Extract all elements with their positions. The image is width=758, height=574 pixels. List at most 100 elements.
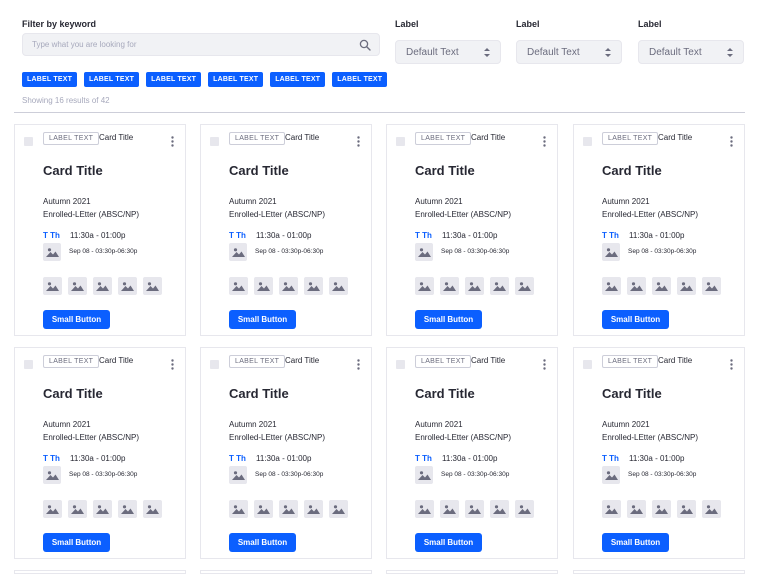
date-thumbnail	[229, 243, 247, 261]
card-enrollment: Enrolled-LEtter (ABSC/NP)	[602, 433, 699, 442]
card-checkbox[interactable]	[396, 137, 405, 146]
image-icon	[307, 282, 320, 291]
card-time: 11:30a - 01:00p	[70, 454, 126, 463]
ellipsis-v-icon[interactable]	[730, 136, 733, 147]
card-term: Autumn 2021	[415, 420, 463, 429]
card-title[interactable]: Card Title	[43, 386, 103, 401]
card-checkbox[interactable]	[583, 360, 592, 369]
thumbnail-row	[602, 277, 721, 295]
card-checkbox[interactable]	[396, 360, 405, 369]
card-title[interactable]: Card Title	[602, 163, 662, 178]
small-button[interactable]: Small Button	[415, 310, 482, 329]
card-checkbox[interactable]	[24, 137, 33, 146]
select-1[interactable]: Default Text	[395, 40, 501, 64]
course-card[interactable]: LABEL TEXT Card Title Card Title Autumn 202…	[386, 124, 558, 336]
course-card[interactable]: LABEL TEXT Card Title Card Title Autumn 202…	[573, 347, 745, 559]
small-button[interactable]: Small Button	[43, 533, 110, 552]
filter-chip[interactable]: LABEL TEXT	[146, 72, 202, 87]
small-button[interactable]: Small Button	[602, 310, 669, 329]
card-days: T Th	[415, 454, 432, 463]
thumbnail	[229, 500, 248, 518]
image-icon	[307, 505, 320, 514]
small-button[interactable]: Small Button	[229, 310, 296, 329]
card-days: T Th	[602, 231, 619, 240]
search-input[interactable]: Type what you are looking for	[22, 33, 380, 56]
card-enrollment: Enrolled-LEtter (ABSC/NP)	[415, 210, 512, 219]
thumbnail	[143, 277, 162, 295]
course-card-partial	[386, 570, 558, 574]
ellipsis-v-icon[interactable]	[543, 359, 546, 370]
course-card-partial	[573, 570, 745, 574]
select-2[interactable]: Default Text	[516, 40, 622, 64]
card-title[interactable]: Card Title	[229, 386, 289, 401]
thumbnail	[304, 277, 323, 295]
card-checkbox[interactable]	[583, 137, 592, 146]
small-button[interactable]: Small Button	[602, 533, 669, 552]
image-icon	[655, 505, 668, 514]
ellipsis-v-icon[interactable]	[357, 136, 360, 147]
select-3[interactable]: Default Text	[638, 40, 744, 64]
card-checkbox[interactable]	[24, 360, 33, 369]
thumbnail	[515, 500, 534, 518]
filter-chip[interactable]: LABEL TEXT	[332, 72, 388, 87]
image-icon	[493, 505, 506, 514]
course-card[interactable]: LABEL TEXT Card Title Card Title Autumn 202…	[14, 124, 186, 336]
card-date: Sep 08 - 03:30p-06:30p	[255, 248, 324, 255]
filter-chip[interactable]: LABEL TEXT	[22, 72, 78, 87]
small-button[interactable]: Small Button	[415, 533, 482, 552]
thumbnail	[490, 500, 509, 518]
card-date: Sep 08 - 03:30p-06:30p	[255, 471, 324, 478]
search-icon[interactable]	[359, 39, 371, 51]
image-icon	[332, 505, 345, 514]
select-label-3: Label	[638, 19, 662, 29]
thumbnail-row	[43, 500, 162, 518]
thumbnail	[279, 277, 298, 295]
image-icon	[71, 505, 84, 514]
card-time: 11:30a - 01:00p	[442, 454, 498, 463]
thumbnail	[93, 500, 112, 518]
card-checkbox[interactable]	[210, 137, 219, 146]
card-enrollment: Enrolled-LEtter (ABSC/NP)	[43, 210, 140, 219]
course-card[interactable]: LABEL TEXT Card Title Card Title Autumn 202…	[14, 347, 186, 559]
thumbnail-row	[602, 500, 721, 518]
small-button[interactable]: Small Button	[229, 533, 296, 552]
card-title[interactable]: Card Title	[415, 386, 475, 401]
course-card[interactable]: LABEL TEXT Card Title Card Title Autumn 202…	[573, 124, 745, 336]
filter-chip[interactable]: LABEL TEXT	[84, 72, 140, 87]
thumbnail	[602, 277, 621, 295]
image-icon	[257, 505, 270, 514]
card-enrollment: Enrolled-LEtter (ABSC/NP)	[43, 433, 140, 442]
image-icon	[418, 282, 431, 291]
image-icon	[146, 282, 159, 291]
thumbnail	[279, 500, 298, 518]
thumbnail	[229, 277, 248, 295]
image-icon	[232, 505, 245, 514]
ellipsis-v-icon[interactable]	[357, 359, 360, 370]
ellipsis-v-icon[interactable]	[171, 359, 174, 370]
card-subtitle: Card Title	[99, 133, 134, 142]
card-title[interactable]: Card Title	[602, 386, 662, 401]
ellipsis-v-icon[interactable]	[543, 136, 546, 147]
thumbnail-row	[415, 500, 534, 518]
image-icon	[493, 282, 506, 291]
card-enrollment: Enrolled-LEtter (ABSC/NP)	[602, 210, 699, 219]
image-icon	[96, 282, 109, 291]
thumbnail	[43, 500, 62, 518]
filter-chip[interactable]: LABEL TEXT	[208, 72, 264, 87]
card-title[interactable]: Card Title	[415, 163, 475, 178]
ellipsis-v-icon[interactable]	[171, 136, 174, 147]
card-checkbox[interactable]	[210, 360, 219, 369]
course-card[interactable]: LABEL TEXT Card Title Card Title Autumn 202…	[200, 124, 372, 336]
ellipsis-v-icon[interactable]	[730, 359, 733, 370]
course-card[interactable]: LABEL TEXT Card Title Card Title Autumn 202…	[200, 347, 372, 559]
card-term: Autumn 2021	[602, 420, 650, 429]
filter-chip[interactable]: LABEL TEXT	[270, 72, 326, 87]
card-title[interactable]: Card Title	[229, 163, 289, 178]
thumbnail-row	[229, 500, 348, 518]
card-title[interactable]: Card Title	[43, 163, 103, 178]
date-thumbnail	[229, 466, 247, 484]
small-button[interactable]: Small Button	[43, 310, 110, 329]
thumbnail	[304, 500, 323, 518]
course-card[interactable]: LABEL TEXT Card Title Card Title Autumn 202…	[386, 347, 558, 559]
card-enrollment: Enrolled-LEtter (ABSC/NP)	[415, 433, 512, 442]
